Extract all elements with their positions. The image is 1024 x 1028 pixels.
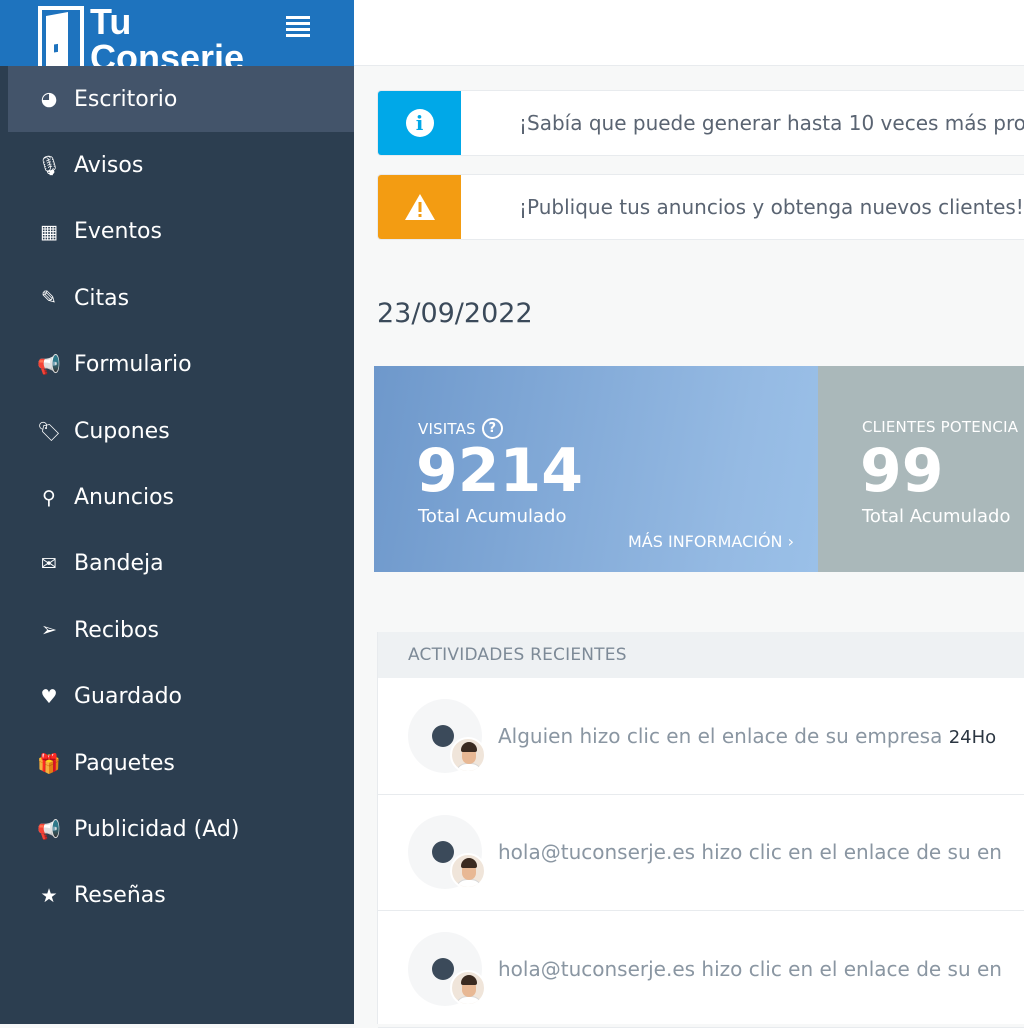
sidebar-item-bandeja[interactable]: ✉ Bandeja [0, 531, 354, 597]
sidebar-item-formulario[interactable]: 📢 Formulario [0, 332, 354, 398]
map-marker-icon: ⚲ [42, 486, 56, 509]
sidebar-nav: ◕ Escritorio 🎙 Avisos ▦ Eventos ✎ Citas … [0, 66, 354, 929]
sidebar-item-publicidad[interactable]: 📢 Publicidad (Ad) [0, 796, 354, 862]
sidebar-item-label: Cupones [74, 418, 170, 444]
globe-icon [432, 957, 454, 980]
activity-row[interactable]: hola@tuconserje.es hizo clic en el enlac… [378, 795, 1024, 911]
gift-icon: 🎁 [37, 752, 61, 775]
globe-icon [432, 724, 454, 747]
activity-text: Alguien hizo clic en el enlace de su emp… [498, 723, 997, 748]
recent-activities-header: ACTIVIDADES RECIENTES [378, 632, 1024, 678]
sidebar-item-anuncios[interactable]: ⚲ Anuncios [0, 464, 354, 530]
sidebar-item-label: Publicidad (Ad) [74, 816, 240, 842]
sidebar-item-label: Reseñas [74, 883, 166, 909]
warning-alert-icon-box [378, 175, 461, 239]
paper-plane-icon: ➢ [41, 619, 57, 642]
activity-row[interactable]: Alguien hizo clic en el enlace de su emp… [378, 678, 1024, 795]
calendar-icon: ▦ [40, 220, 58, 243]
visits-value: 9214 [416, 436, 583, 506]
visits-card: VISITAS ? 9214 Total Acumulado MÁS INFOR… [374, 366, 818, 572]
activity-time: 24Ho [948, 726, 997, 748]
door-logo-icon [38, 6, 84, 66]
globe-icon [432, 841, 454, 864]
clients-card: CLIENTES POTENCIA 99 Total Acumulado [818, 366, 1024, 572]
clients-subtitle: Total Acumulado [862, 506, 1011, 527]
envelope-icon: ✉ [41, 552, 57, 575]
sidebar-item-label: Eventos [74, 219, 162, 245]
activity-text: hola@tuconserje.es hizo clic en el enlac… [498, 956, 1002, 981]
sidebar-item-label: Formulario [74, 352, 192, 378]
visits-label: VISITAS [418, 419, 476, 438]
info-alert-icon-box: i [378, 91, 461, 155]
activity-avatar-wrap [408, 931, 486, 1006]
info-alert-text: ¡Sabía que puede generar hasta 10 veces … [519, 111, 1024, 135]
sidebar-item-recibos[interactable]: ➢ Recibos [0, 597, 354, 663]
sidebar-item-label: Anuncios [74, 485, 175, 511]
sidebar: Tu Conserje ◕ Escritorio 🎙 Avisos ▦ Even… [0, 0, 354, 1024]
activity-text: hola@tuconserje.es hizo clic en el enlac… [498, 840, 1002, 865]
warning-alert[interactable]: ¡Publique tus anuncios y obtenga nuevos … [377, 174, 1024, 240]
hamburger-menu-icon[interactable] [286, 16, 310, 38]
tags-icon: 🏷 [36, 420, 62, 443]
warning-icon [404, 194, 435, 220]
sidebar-item-label: Escritorio [74, 86, 178, 112]
avatar [450, 736, 486, 773]
sidebar-item-citas[interactable]: ✎ Citas [0, 265, 354, 331]
clients-value: 99 [860, 436, 944, 506]
warning-alert-text: ¡Publique tus anuncios y obtenga nuevos … [519, 195, 1024, 219]
brand-header: Tu Conserje [0, 0, 354, 66]
edit-icon: ✎ [41, 287, 57, 310]
visits-subtitle: Total Acumulado [418, 506, 567, 527]
more-info-link[interactable]: MÁS INFORMACIÓN › [628, 532, 794, 551]
microphone-icon: 🎙 [36, 155, 62, 178]
top-bar [354, 0, 1024, 66]
sidebar-item-label: Bandeja [74, 551, 164, 577]
dashboard-icon: ◕ [40, 88, 58, 111]
sidebar-item-guardado[interactable]: ♥ Guardado [0, 664, 354, 730]
brand-logo-text[interactable]: Tu Conserje [90, 4, 244, 67]
sidebar-item-label: Recibos [74, 617, 159, 643]
sidebar-item-label: Avisos [74, 153, 144, 179]
current-date: 23/09/2022 [377, 298, 533, 329]
heart-icon: ♥ [40, 685, 58, 708]
sidebar-item-cupones[interactable]: 🏷 Cupones [0, 398, 354, 464]
activity-avatar-wrap [408, 698, 486, 773]
avatar [450, 853, 486, 890]
sidebar-item-eventos[interactable]: ▦ Eventos [0, 199, 354, 265]
sidebar-item-label: Paquetes [74, 750, 175, 776]
sidebar-item-label: Citas [74, 285, 130, 311]
avatar [450, 969, 486, 1006]
sidebar-item-avisos[interactable]: 🎙 Avisos [0, 132, 354, 198]
activity-row[interactable]: hola@tuconserje.es hizo clic en el enlac… [378, 911, 1024, 1028]
sidebar-item-resenas[interactable]: ★ Reseñas [0, 863, 354, 929]
sidebar-item-label: Guardado [74, 684, 183, 710]
info-icon: i [405, 109, 434, 137]
info-alert[interactable]: i ¡Sabía que puede generar hasta 10 vece… [377, 90, 1024, 156]
sidebar-item-escritorio[interactable]: ◕ Escritorio [8, 66, 354, 133]
bullhorn-icon: 📢 [37, 818, 61, 841]
clients-label: CLIENTES POTENCIA [862, 418, 1019, 436]
sidebar-item-paquetes[interactable]: 🎁 Paquetes [0, 730, 354, 796]
bullhorn-icon: 📢 [37, 354, 61, 377]
activity-avatar-wrap [408, 815, 486, 890]
recent-activities-panel: ACTIVIDADES RECIENTES Alguien hizo clic … [377, 632, 1024, 1028]
star-icon: ★ [40, 884, 58, 907]
